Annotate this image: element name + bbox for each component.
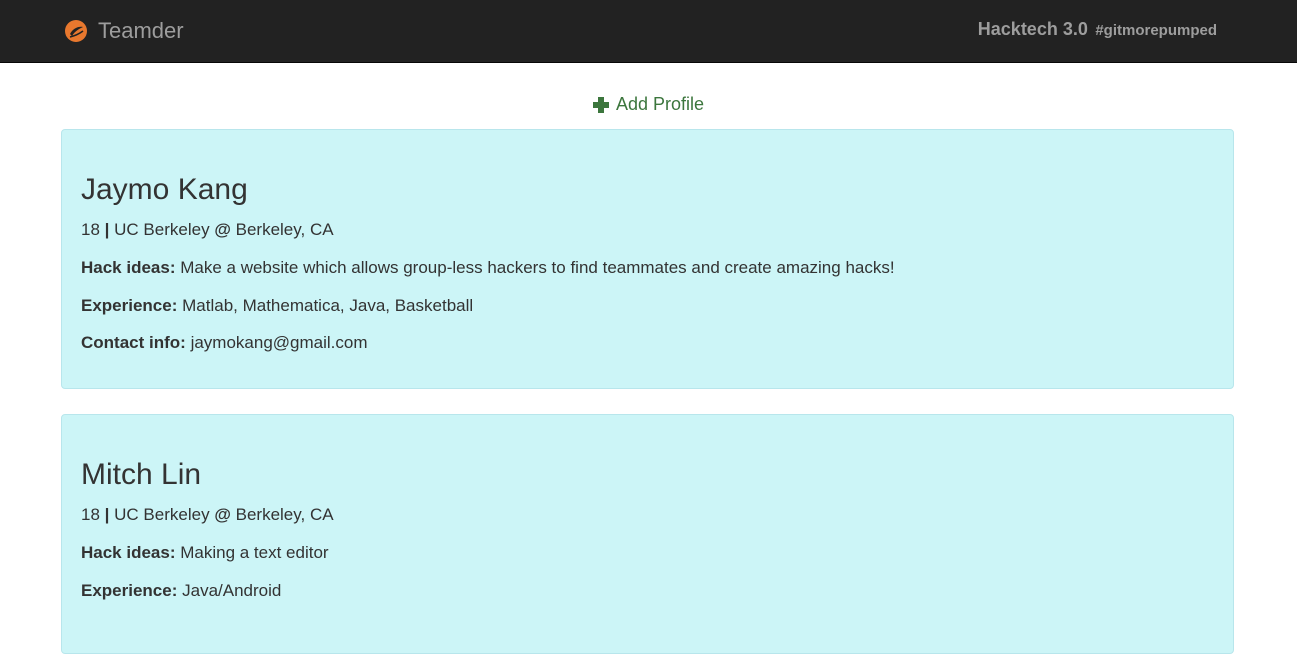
profile-location: Berkeley, CA bbox=[235, 505, 334, 524]
separator: | bbox=[104, 220, 110, 239]
experience-value: Matlab, Mathematica, Java, Basketball bbox=[182, 296, 474, 315]
plus-icon bbox=[592, 96, 609, 113]
event-title: Hacktech 3.0 #gitmorepumped bbox=[978, 19, 1217, 40]
separator: | bbox=[104, 505, 110, 524]
top-navbar: Teamder Hacktech 3.0 #gitmorepumped bbox=[0, 0, 1297, 63]
add-profile-link[interactable]: Add Profile bbox=[592, 94, 705, 115]
hack-ideas-value: Make a website which allows group-less h… bbox=[180, 258, 895, 277]
hack-ideas-label: Hack ideas: bbox=[81, 543, 176, 562]
profile-school: UC Berkeley bbox=[114, 220, 210, 239]
brand-title: Teamder bbox=[98, 18, 184, 43]
hack-ideas-row: Hack ideas: Make a website which allows … bbox=[81, 257, 895, 279]
contact-label: Contact info: bbox=[81, 333, 186, 352]
brand-link[interactable]: Teamder bbox=[64, 17, 184, 45]
experience-label: Experience: bbox=[81, 296, 178, 315]
profile-meta: 18 | UC Berkeley @ Berkeley, CA bbox=[81, 219, 334, 241]
contact-value: jaymokang@gmail.com bbox=[190, 333, 368, 352]
profile-card: Jaymo Kang 18 | UC Berkeley @ Berkeley, … bbox=[61, 129, 1234, 389]
at-symbol: @ bbox=[214, 505, 231, 524]
profile-card: Mitch Lin 18 | UC Berkeley @ Berkeley, C… bbox=[61, 414, 1234, 654]
profile-age: 18 bbox=[81, 220, 100, 239]
contact-row: Contact info: jaymokang@gmail.com bbox=[81, 332, 368, 354]
experience-row: Experience: Java/Android bbox=[81, 580, 281, 602]
experience-label: Experience: bbox=[81, 581, 178, 600]
experience-value: Java/Android bbox=[182, 581, 282, 600]
add-profile-row: Add Profile bbox=[0, 94, 1297, 118]
profile-meta: 18 | UC Berkeley @ Berkeley, CA bbox=[81, 504, 334, 526]
hack-ideas-value: Making a text editor bbox=[180, 543, 329, 562]
profile-school: UC Berkeley bbox=[114, 505, 210, 524]
profile-name: Jaymo Kang bbox=[81, 173, 248, 206]
profile-age: 18 bbox=[81, 505, 100, 524]
hack-ideas-label: Hack ideas: bbox=[81, 258, 176, 277]
profile-location: Berkeley, CA bbox=[235, 220, 334, 239]
experience-row: Experience: Matlab, Mathematica, Java, B… bbox=[81, 295, 473, 317]
add-profile-label: Add Profile bbox=[615, 94, 705, 114]
event-name: Hacktech 3.0 bbox=[977, 19, 1088, 39]
profile-name: Mitch Lin bbox=[81, 458, 202, 491]
event-hashtag: #gitmorepumped bbox=[1095, 22, 1217, 39]
hack-ideas-row: Hack ideas: Making a text editor bbox=[81, 542, 329, 564]
at-symbol: @ bbox=[214, 220, 231, 239]
teamder-logo-icon bbox=[64, 19, 88, 43]
